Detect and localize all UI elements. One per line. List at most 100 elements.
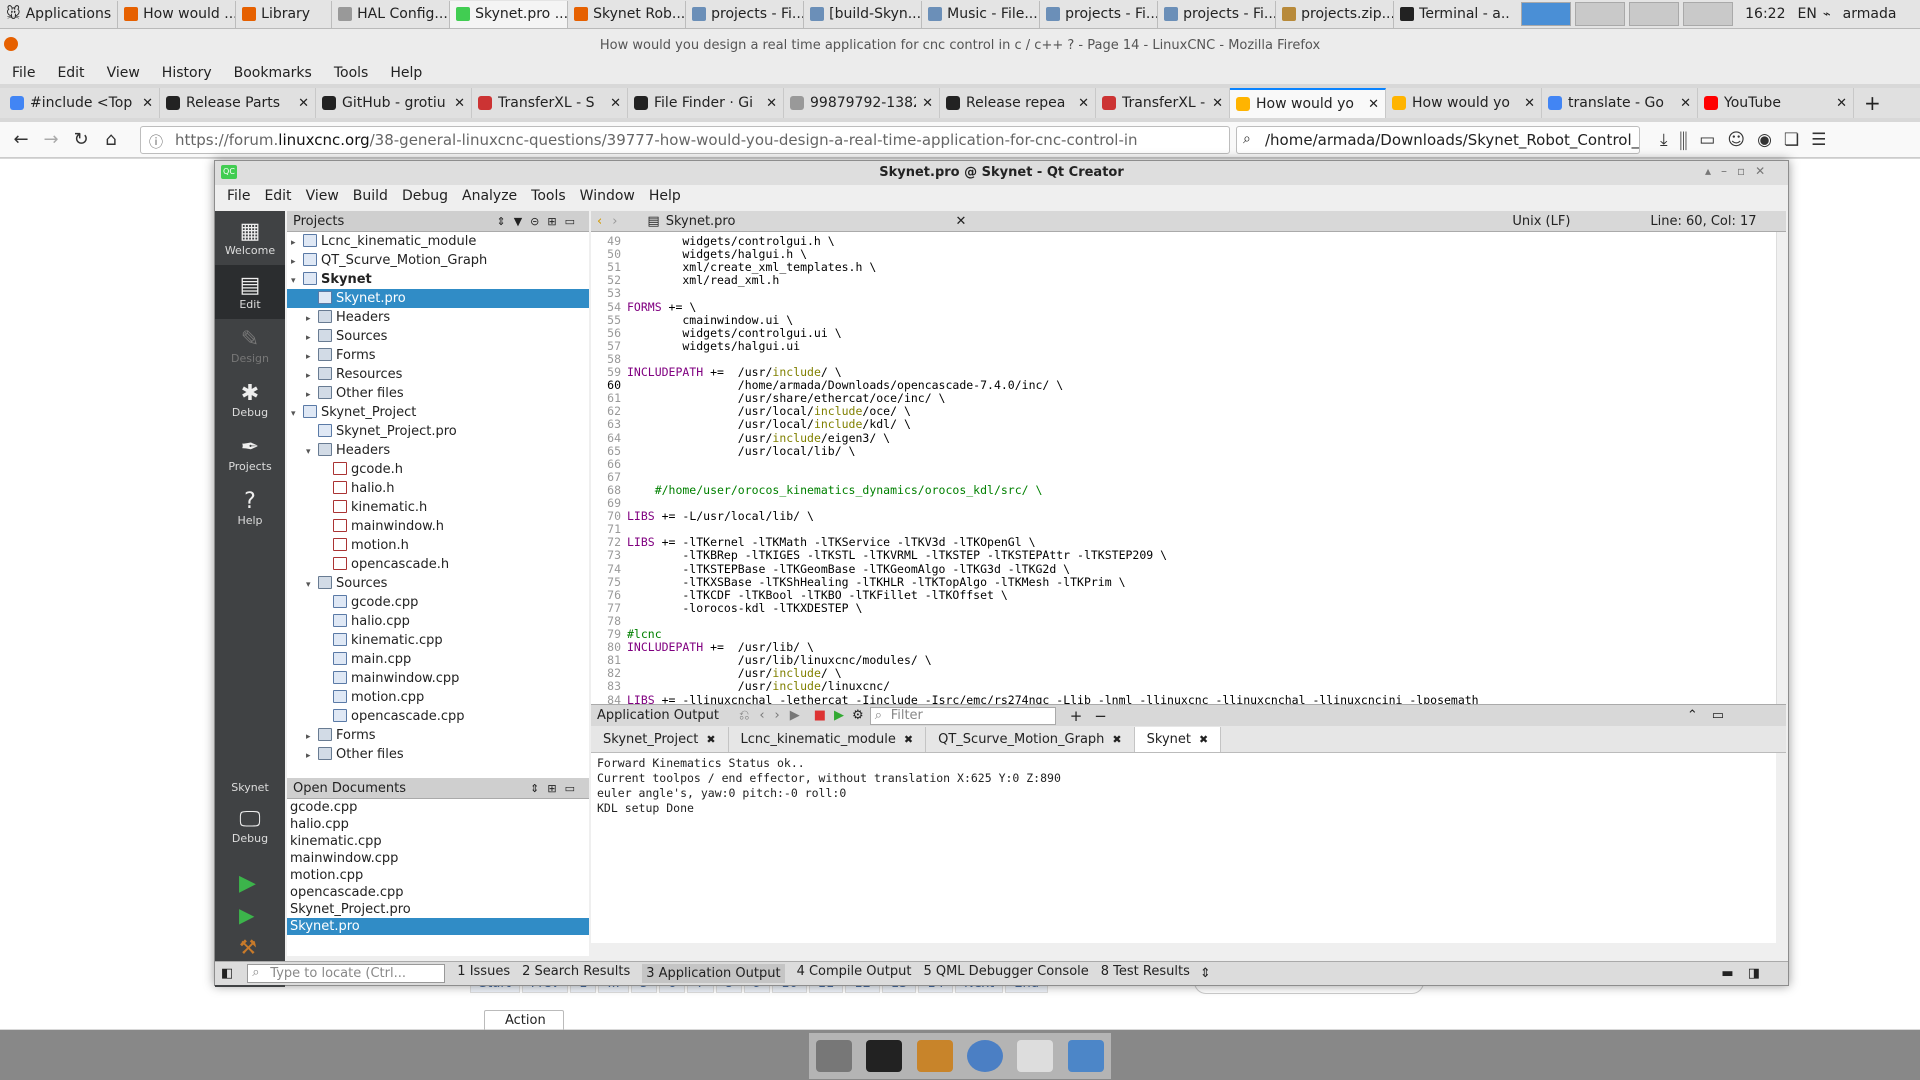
applications-menu[interactable]: 🐭 Applications xyxy=(0,1,117,28)
taskbar-task[interactable]: HAL Config... xyxy=(331,0,449,28)
nav-forward-icon[interactable]: › xyxy=(612,214,617,229)
taskbar-task[interactable]: Music - File... xyxy=(921,0,1039,28)
mode-edit[interactable]: ▤ Edit xyxy=(215,265,285,319)
workspace-switcher[interactable] xyxy=(1517,2,1734,26)
tree-node[interactable]: main.cpp xyxy=(287,650,589,669)
file-manager-icon[interactable] xyxy=(916,1040,953,1072)
tree-node[interactable]: ▸ Other files xyxy=(287,745,589,764)
browser-tab[interactable]: Release Parts ✕ xyxy=(160,88,316,118)
web-browser-icon[interactable] xyxy=(967,1040,1004,1072)
tree-node[interactable]: ▾ Sources xyxy=(287,574,589,593)
mode-projects[interactable]: ✒ Projects xyxy=(215,427,285,481)
taskbar-task[interactable]: Terminal - a... xyxy=(1393,0,1511,28)
close-tab-icon[interactable]: ✕ xyxy=(298,96,309,111)
taskbar-task[interactable]: How would ... xyxy=(117,0,235,28)
show-desktop-icon[interactable] xyxy=(816,1040,853,1072)
tree-node[interactable]: mainwindow.h xyxy=(287,517,589,536)
url-bar[interactable]: ⓘ https://forum. linuxcnc.org/38-general-… xyxy=(140,126,1230,154)
qt-menu-edit[interactable]: Edit xyxy=(264,188,291,204)
workspace-4[interactable] xyxy=(1683,2,1734,26)
tree-node[interactable]: ▸ Other files xyxy=(287,384,589,403)
output-tab[interactable]: Skynet ✖ xyxy=(1134,727,1222,752)
browser-tab[interactable]: GitHub - grotiu ✕ xyxy=(316,88,472,118)
line-ending-selector[interactable]: Unix (LF) xyxy=(1512,214,1570,229)
user-menu[interactable]: armada xyxy=(1843,6,1897,22)
mode-design[interactable]: ✎ Design xyxy=(215,319,285,373)
browser-tab[interactable]: Release repea ✕ xyxy=(940,88,1096,118)
editor-file-selector[interactable]: Skynet.pro xyxy=(666,214,736,229)
firefox-menu-tools[interactable]: Tools xyxy=(334,65,369,81)
close-tab-icon[interactable]: ✕ xyxy=(454,96,465,111)
qt-menu-view[interactable]: View xyxy=(306,188,339,204)
new-tab-icon[interactable]: + xyxy=(1864,91,1881,115)
pane-tool-icons[interactable]: ⇕⊞▭ xyxy=(530,782,583,795)
progress-toggle-icons[interactable]: ▬◨ xyxy=(1721,966,1774,981)
close-output-tab-icon[interactable]: ✖ xyxy=(1199,733,1208,746)
browser-tab[interactable]: TransferXL - S ✕ xyxy=(1096,88,1230,118)
pane-chooser-icon[interactable]: ⇕ xyxy=(1200,966,1211,981)
output-tab[interactable]: Lcnc_kinematic_module ✖ xyxy=(729,727,927,752)
locator-input[interactable]: ⌕ Type to locate (Ctrl... xyxy=(247,964,446,983)
firefox-menu-file[interactable]: File xyxy=(12,65,35,81)
toolbar-icons[interactable]: ⤓⫼▭☺◉❏☰ xyxy=(1660,130,1838,150)
firefox-menu-edit[interactable]: Edit xyxy=(57,65,84,81)
window-controls[interactable]: ▴–▫✕ xyxy=(1705,164,1775,178)
tree-node[interactable]: ▸ Resources xyxy=(287,365,589,384)
stop-icon[interactable]: ■ xyxy=(814,708,826,723)
close-tab-icon[interactable]: ✕ xyxy=(1078,96,1089,111)
browser-tab[interactable]: How would yo ✕ xyxy=(1386,88,1542,118)
output-pane-button[interactable]: 2 Search Results xyxy=(522,964,630,983)
tree-node[interactable]: gcode.h xyxy=(287,460,589,479)
output-pane-button[interactable]: 3 Application Output xyxy=(642,964,785,983)
tree-node[interactable]: halio.cpp xyxy=(287,612,589,631)
qt-menu-file[interactable]: File xyxy=(227,188,250,204)
tree-node[interactable]: Skynet_Project.pro xyxy=(287,422,589,441)
output-pane-button[interactable]: 1 Issues xyxy=(457,964,510,983)
output-control-icons[interactable]: ⎌‹›▶ xyxy=(739,708,810,723)
browser-tab[interactable]: #include <Top ✕ xyxy=(4,88,160,118)
taskbar-task[interactable]: projects - Fi... xyxy=(685,0,803,28)
firefox-menu-bookmarks[interactable]: Bookmarks xyxy=(234,65,312,81)
toggle-sidebar-icon[interactable]: ◧ xyxy=(221,966,233,981)
mode-debug[interactable]: ✱ Debug xyxy=(215,373,285,427)
tree-node[interactable]: ▾ Skynet_Project xyxy=(287,403,589,422)
tree-node[interactable]: Skynet.pro xyxy=(287,289,589,308)
open-document-item[interactable]: halio.cpp xyxy=(287,816,589,833)
open-document-item[interactable]: kinematic.cpp xyxy=(287,833,589,850)
tree-node[interactable]: ▾ Skynet xyxy=(287,270,589,289)
tree-node[interactable]: opencascade.cpp xyxy=(287,707,589,726)
maximize-pane-icon[interactable]: ⌃ xyxy=(1687,708,1698,723)
remove-icon[interactable]: − xyxy=(1094,707,1107,725)
reload-icon[interactable]: ↻ xyxy=(66,129,96,150)
qt-menu-debug[interactable]: Debug xyxy=(402,188,448,204)
taskbar-task[interactable]: projects.zip... xyxy=(1275,0,1393,28)
tree-node[interactable]: ▸ Forms xyxy=(287,346,589,365)
open-document-item[interactable]: mainwindow.cpp xyxy=(287,850,589,867)
forward-icon[interactable]: → xyxy=(36,129,66,150)
close-document-icon[interactable]: ✕ xyxy=(955,214,966,229)
info-icon[interactable]: ⓘ xyxy=(149,132,163,152)
close-output-tab-icon[interactable]: ✖ xyxy=(1112,733,1121,746)
cursor-position[interactable]: Line: 60, Col: 17 xyxy=(1650,214,1756,229)
close-tab-icon[interactable]: ✕ xyxy=(1368,97,1379,112)
run-icon[interactable]: ▶ xyxy=(239,871,256,896)
editor-scrollbar[interactable] xyxy=(1776,232,1786,704)
close-tab-icon[interactable]: ✕ xyxy=(1836,96,1847,111)
tree-node[interactable]: ▸ QT_Scurve_Motion_Graph xyxy=(287,251,589,270)
browser-tab[interactable]: translate - Go ✕ xyxy=(1542,88,1698,118)
browser-tab[interactable]: 99879792-13823 ✕ xyxy=(784,88,940,118)
tree-node[interactable]: ▸ Lcnc_kinematic_module xyxy=(287,232,589,251)
browser-tab[interactable]: How would yo ✕ xyxy=(1230,88,1386,118)
nav-back-icon[interactable]: ‹ xyxy=(597,214,602,229)
qt-menu-tools[interactable]: Tools xyxy=(531,188,566,204)
browser-tab[interactable]: YouTube ✕ xyxy=(1698,88,1854,118)
taskbar-task[interactable]: Skynet.pro ... xyxy=(449,0,568,28)
tree-node[interactable]: halio.h xyxy=(287,479,589,498)
search-bar[interactable]: ⌕ /home/armada/Downloads/Skynet_Robot_Co… xyxy=(1236,126,1640,154)
kit-selector[interactable]: 🖵 Debug xyxy=(215,799,285,853)
tree-node[interactable]: motion.h xyxy=(287,536,589,555)
action-button[interactable]: Action xyxy=(484,1010,564,1032)
back-icon[interactable]: ← xyxy=(6,129,36,150)
close-output-tab-icon[interactable]: ✖ xyxy=(904,733,913,746)
build-hammer-icon[interactable]: ⚒ xyxy=(239,935,257,959)
